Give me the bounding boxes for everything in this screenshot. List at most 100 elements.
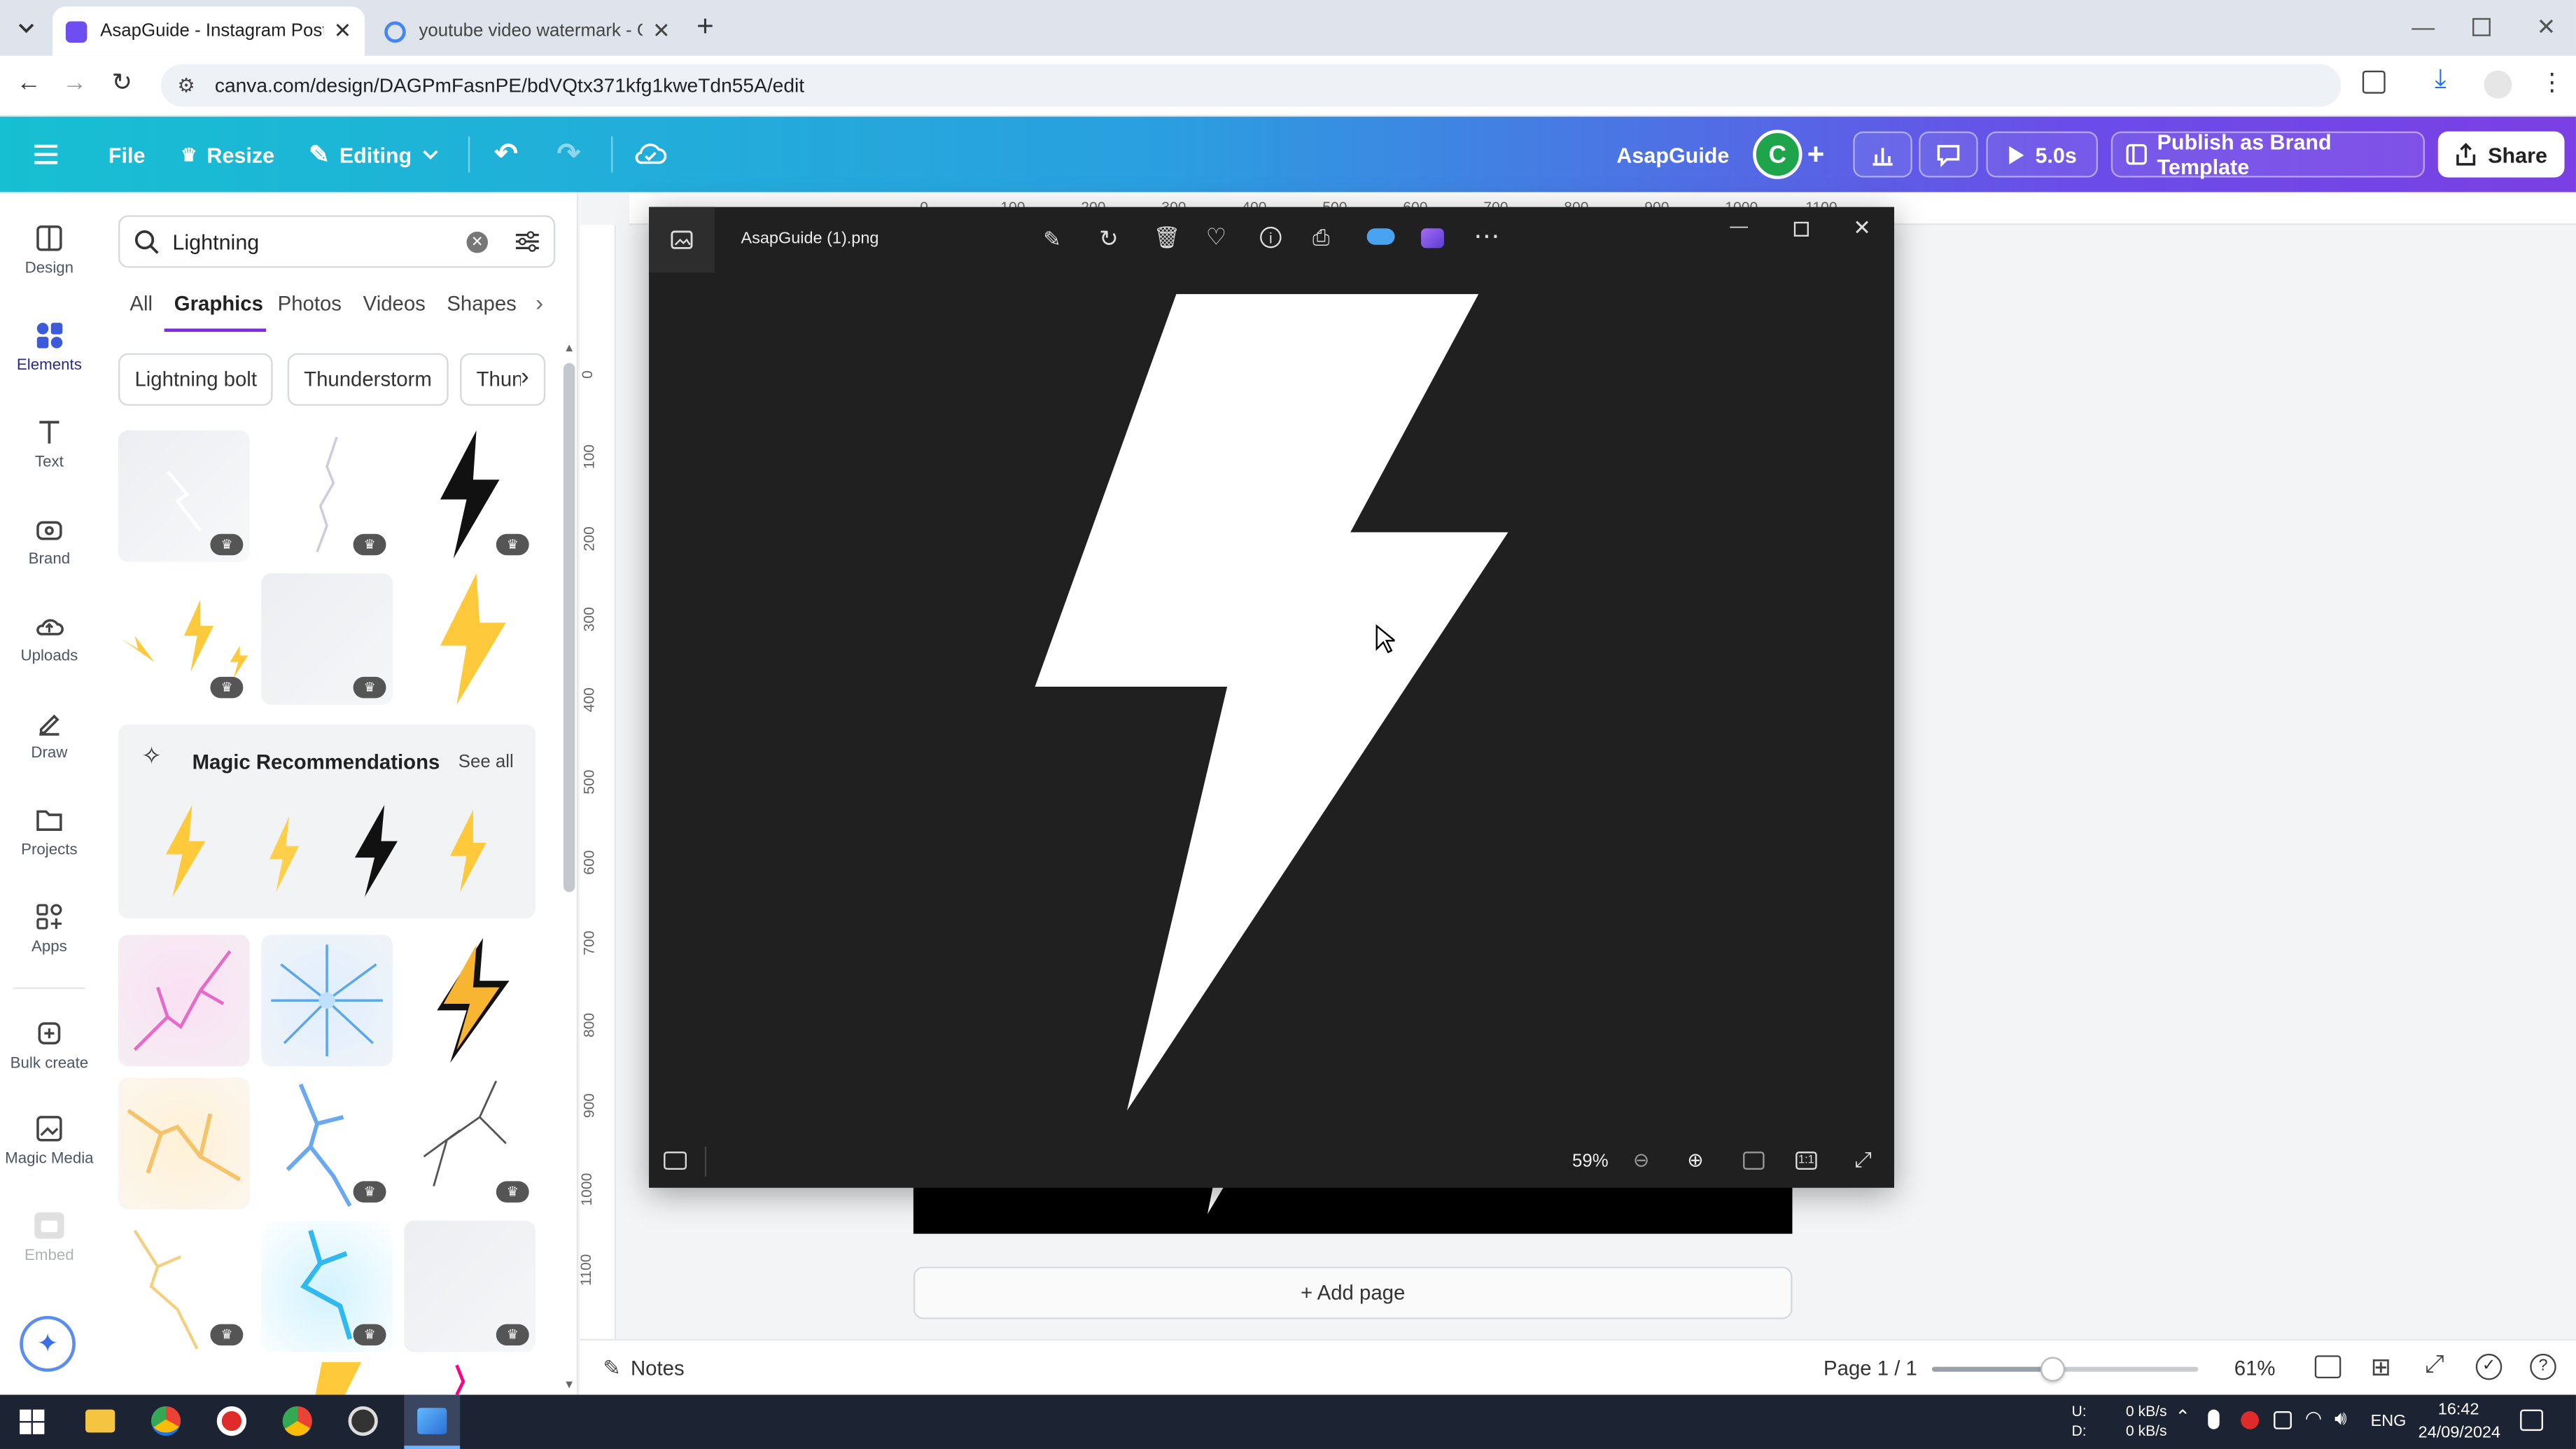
- resize-button[interactable]: ♛ Resize: [181, 132, 274, 178]
- rail-item-apps[interactable]: Apps: [0, 902, 99, 956]
- avatar[interactable]: C: [1753, 130, 1802, 179]
- redo-button[interactable]: ↷: [557, 132, 580, 178]
- add-collaborator-button[interactable]: +: [1807, 132, 1825, 178]
- rail-item-design[interactable]: Design: [0, 223, 99, 278]
- filmstrip-icon[interactable]: [664, 1152, 687, 1170]
- volume-icon[interactable]: 🔊︎: [2334, 1406, 2347, 1431]
- brand-name[interactable]: AsapGuide: [1616, 132, 1729, 178]
- insights-button[interactable]: [1853, 131, 1912, 178]
- browser-menu-icon[interactable]: ⋮: [2540, 67, 2564, 97]
- graphic-lightning-orange-black[interactable]: [404, 934, 536, 1067]
- see-all-link[interactable]: See all: [458, 752, 514, 772]
- reload-icon[interactable]: ↻: [112, 67, 133, 97]
- extensions-icon[interactable]: [2362, 70, 2386, 94]
- graphic-lightning-gold-thin[interactable]: ♛: [118, 1220, 250, 1352]
- search-bar[interactable]: Lightning ✕: [118, 215, 556, 268]
- notifications-icon[interactable]: [2520, 1409, 2544, 1432]
- new-tab-button[interactable]: +: [696, 10, 714, 44]
- graphic-lightning-yellow-set[interactable]: ♛: [118, 573, 250, 705]
- panel-scrollbar[interactable]: ▲ ▼: [562, 340, 575, 1392]
- window-minimize-icon[interactable]: —: [2412, 13, 2435, 40]
- chips-next-icon[interactable]: ›: [520, 363, 529, 391]
- rail-item-projects[interactable]: Projects: [0, 805, 99, 859]
- download-icon[interactable]: ⤓: [2435, 66, 2446, 95]
- magic-assistant-button[interactable]: ✦: [20, 1315, 76, 1372]
- undo-button[interactable]: ↶: [494, 132, 517, 178]
- cloud-save-icon[interactable]: [634, 132, 667, 178]
- graphic-lightning-thin-dark[interactable]: ♛: [404, 1077, 536, 1210]
- graphic-lightning-blue-burst[interactable]: [261, 934, 393, 1067]
- language-indicator[interactable]: ENG: [2371, 1413, 2407, 1431]
- graphic-lightning-white-storm[interactable]: ♛: [118, 430, 250, 562]
- graphic-lightning-pink[interactable]: [118, 934, 250, 1067]
- clock-date[interactable]: 24/09/2024: [2418, 1424, 2500, 1443]
- file-explorer-icon[interactable]: [85, 1409, 115, 1433]
- tabs-next-icon[interactable]: ›: [536, 289, 543, 316]
- rail-item-elements[interactable]: Elements: [0, 321, 99, 374]
- obs-studio-icon[interactable]: [348, 1406, 378, 1436]
- back-icon[interactable]: ←: [16, 69, 41, 97]
- tray-app-icon[interactable]: [2274, 1410, 2292, 1429]
- site-info-icon[interactable]: ⚙: [177, 74, 195, 97]
- tab-shapes[interactable]: Shapes: [447, 293, 517, 316]
- zoom-slider[interactable]: [1931, 1357, 2199, 1382]
- obs-tray-icon[interactable]: [2241, 1410, 2259, 1429]
- tab-close-icon[interactable]: ✕: [334, 18, 352, 45]
- fullscreen-icon[interactable]: ⤢: [2425, 1350, 2444, 1378]
- page-indicator[interactable]: Page 1 / 1: [1823, 1357, 1917, 1380]
- window-restore-icon[interactable]: [2472, 18, 2491, 36]
- graphic-lightning-white-glow[interactable]: ♛: [261, 573, 393, 705]
- search-input[interactable]: Lightning: [172, 229, 466, 253]
- graphic-partial-row[interactable]: [118, 1362, 536, 1395]
- photos-app-icon[interactable]: [404, 1394, 461, 1449]
- chrome-profile-icon[interactable]: [282, 1406, 312, 1436]
- check-icon[interactable]: ✓: [2475, 1353, 2502, 1380]
- fullscreen-icon[interactable]: ⤢: [1855, 1147, 1872, 1173]
- clear-search-icon[interactable]: ✕: [466, 230, 489, 253]
- comments-button[interactable]: [1919, 131, 1978, 178]
- tab-photos[interactable]: Photos: [278, 293, 342, 316]
- tab-list-button[interactable]: [10, 11, 43, 44]
- magic-rec-yellow-bolt-2[interactable]: [253, 810, 312, 899]
- tab-all[interactable]: All: [130, 293, 153, 316]
- tab-videos[interactable]: Videos: [363, 293, 426, 316]
- rail-item-embed[interactable]: Embed: [0, 1211, 99, 1265]
- notes-button[interactable]: ✎ Notes: [603, 1355, 684, 1382]
- chip-thunder[interactable]: Thun: [460, 353, 546, 406]
- chip-thunderstorm[interactable]: Thunderstorm: [287, 353, 449, 406]
- tab-close-icon[interactable]: ✕: [652, 18, 671, 45]
- graphic-lightning-yellow-bolt[interactable]: [404, 573, 536, 705]
- editing-mode-button[interactable]: ✎ Editing: [309, 132, 438, 178]
- tab-graphics[interactable]: Graphics: [174, 293, 263, 316]
- page-view-icon[interactable]: [2314, 1355, 2342, 1379]
- graphic-lightning-black-bolt[interactable]: ♛: [404, 430, 536, 562]
- magic-rec-yellow-bolt-1[interactable]: [150, 802, 216, 900]
- zoom-in-icon[interactable]: ⊕: [1687, 1148, 1704, 1171]
- rail-item-magic-media[interactable]: Magic Media: [0, 1114, 99, 1168]
- profile-avatar[interactable]: [2484, 70, 2512, 99]
- zoom-out-icon[interactable]: ⊖: [1633, 1148, 1650, 1171]
- filter-icon[interactable]: [514, 230, 541, 253]
- magic-rec-yellow-bolt-3[interactable]: [437, 806, 496, 898]
- publish-brand-template-button[interactable]: Publish as Brand Template: [2110, 130, 2426, 179]
- rail-item-brand[interactable]: Brand: [0, 514, 99, 568]
- graphic-lightning-grey-cloud[interactable]: ♛: [404, 1220, 536, 1352]
- microphone-icon[interactable]: [2208, 1409, 2220, 1429]
- magic-rec-black-bolt[interactable]: [342, 802, 407, 900]
- forward-icon[interactable]: →: [62, 69, 87, 97]
- zoom-slider-knob[interactable]: [2040, 1357, 2065, 1382]
- graphic-lightning-orange-glow[interactable]: [118, 1077, 250, 1210]
- windows-start-icon[interactable]: [20, 1409, 45, 1434]
- tray-chevron-up-icon[interactable]: ⌃: [2175, 1406, 2190, 1427]
- grid-view-icon[interactable]: ⊞: [2371, 1352, 2392, 1382]
- window-close-icon[interactable]: ✕: [2537, 13, 2556, 41]
- wifi-icon[interactable]: ◠: [2305, 1406, 2323, 1429]
- rail-item-text[interactable]: Text: [0, 417, 99, 472]
- clock-time[interactable]: 16:42: [2438, 1401, 2479, 1420]
- share-button[interactable]: Share: [2437, 131, 2565, 178]
- panel-scrollbar-thumb[interactable]: [563, 363, 575, 892]
- zoom-percentage[interactable]: 61%: [2234, 1357, 2276, 1380]
- present-button[interactable]: 5.0s: [1986, 131, 2098, 178]
- chrome-icon[interactable]: [150, 1406, 181, 1436]
- add-page-button[interactable]: + Add page: [913, 1266, 1793, 1320]
